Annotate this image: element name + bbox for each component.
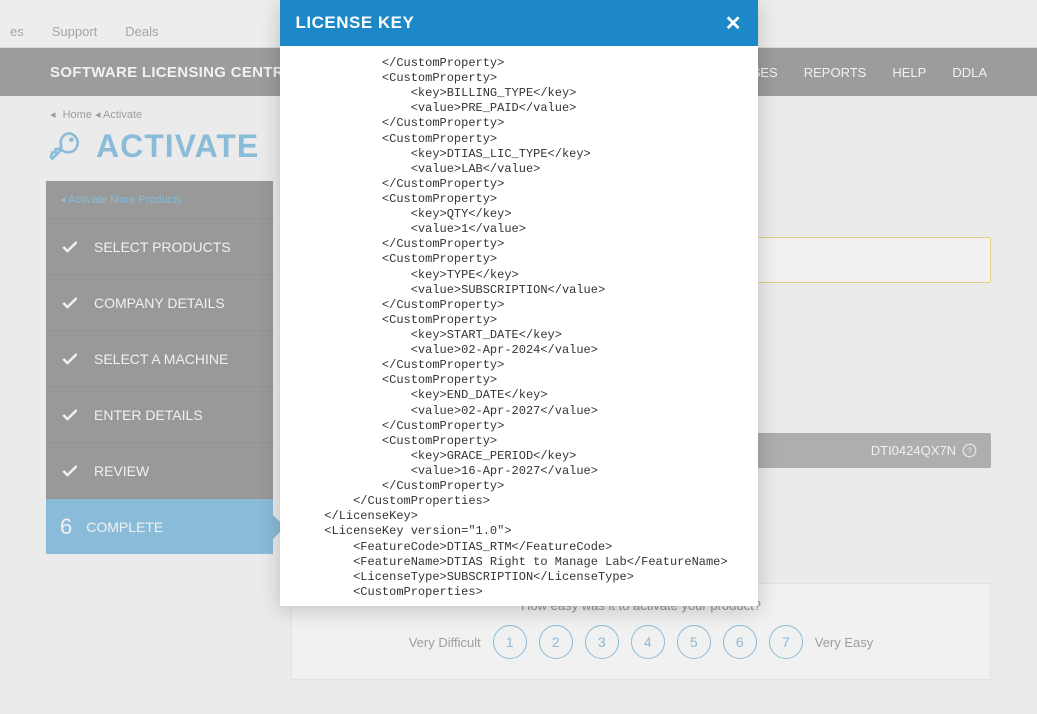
modal-title: LICENSE KEY [296, 13, 415, 33]
license-key-modal: LICENSE KEY ✕ </CustomProperty> <CustomP… [280, 0, 758, 606]
license-xml-content[interactable]: </CustomProperty> <CustomProperty> <key>… [288, 50, 738, 602]
close-icon[interactable]: ✕ [725, 11, 742, 36]
modal-body: </CustomProperty> <CustomProperty> <key>… [280, 46, 758, 606]
modal-overlay: LICENSE KEY ✕ </CustomProperty> <CustomP… [0, 0, 1037, 714]
modal-header: LICENSE KEY ✕ [280, 0, 758, 46]
